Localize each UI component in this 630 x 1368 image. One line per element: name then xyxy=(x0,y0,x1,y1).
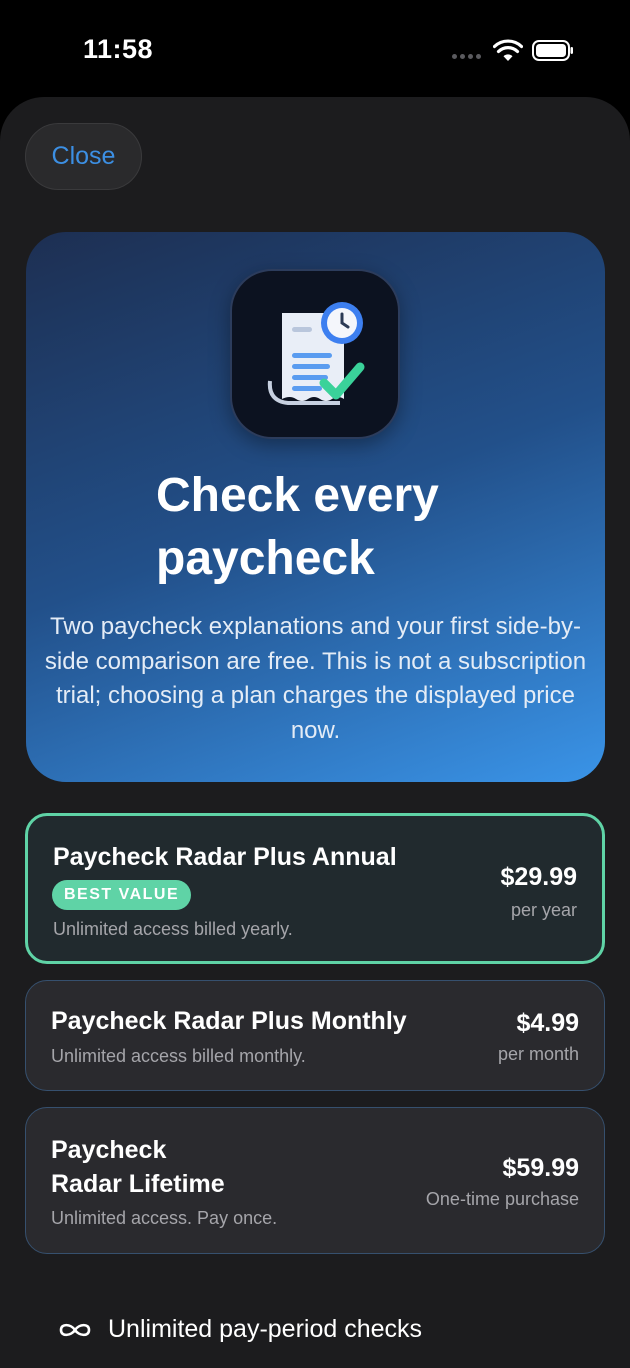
hero-title: Check every paycheck xyxy=(156,469,439,585)
best-value-badge: BEST VALUE xyxy=(52,880,192,910)
plan-price: $29.99 xyxy=(500,863,577,891)
cellular-signal-icon xyxy=(452,54,481,59)
close-button[interactable]: Close xyxy=(25,123,142,190)
status-time: 11:58 xyxy=(83,34,154,64)
plan-price: $59.99 xyxy=(502,1154,579,1182)
plan-name: Paycheck Radar Plus Monthly xyxy=(51,1007,407,1035)
plan-name: Paycheck Radar Plus Annual xyxy=(53,843,397,871)
plan-annual[interactable]: Paycheck Radar Plus Annual BEST VALUE Un… xyxy=(25,813,605,964)
feature-row: Unlimited pay-period checks xyxy=(57,1315,422,1344)
plan-monthly[interactable]: Paycheck Radar Plus Monthly Unlimited ac… xyxy=(25,980,605,1091)
plan-period: per month xyxy=(497,1044,579,1064)
infinity-icon xyxy=(59,1323,91,1336)
plan-period: per year xyxy=(510,900,577,920)
plan-period: One-time purchase xyxy=(425,1189,579,1209)
plan-description: Unlimited access billed monthly. xyxy=(51,1046,306,1066)
status-bar: 11:58 xyxy=(0,0,630,100)
hero-subtitle: Two paycheck explanations and your first… xyxy=(44,613,587,744)
feature-text: Unlimited pay-period checks xyxy=(108,1315,423,1343)
paycheck-receipt-icon xyxy=(267,302,365,405)
battery-icon xyxy=(532,40,573,61)
plan-lifetime[interactable]: Paycheck Radar Lifetime Unlimited access… xyxy=(25,1107,605,1254)
plan-price: $4.99 xyxy=(516,1009,579,1037)
plan-description: Unlimited access billed yearly. xyxy=(53,919,293,939)
hero-card: Check every paycheck Two paycheck explan… xyxy=(26,232,605,782)
wifi-icon xyxy=(493,39,523,61)
plan-description: Unlimited access. Pay once. xyxy=(51,1208,278,1228)
plan-name: Paycheck Radar Lifetime xyxy=(51,1136,225,1198)
app-icon xyxy=(230,269,400,439)
